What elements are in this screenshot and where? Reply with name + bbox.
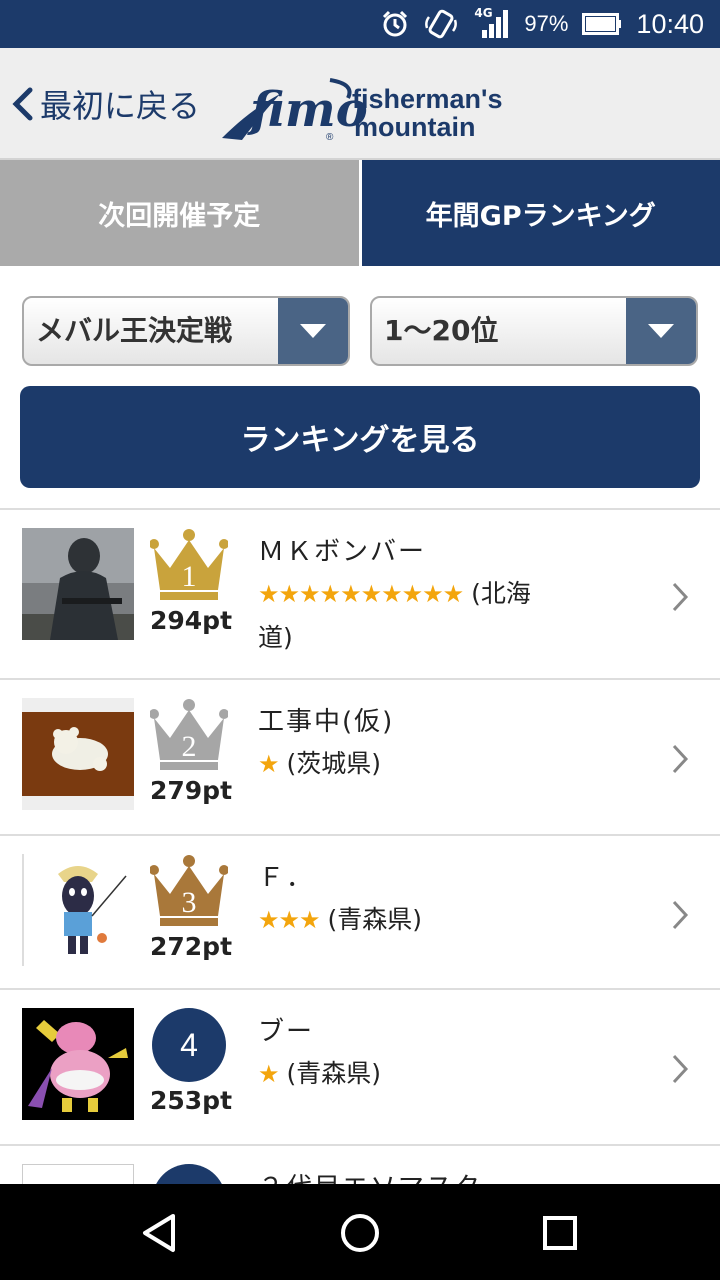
svg-text:®: ® xyxy=(326,132,334,143)
system-nav-bar xyxy=(0,1184,720,1280)
ranker-info: ブー ★ (青森県) xyxy=(258,1012,638,1096)
rank-number: 1 xyxy=(182,560,197,593)
ranking-list: 1 294pt ＭＫボンバー ★★★★★★★★★★ (北海 道) 2 279pt… xyxy=(0,508,720,1204)
avatar xyxy=(22,698,134,810)
dropdown-arrow-icon xyxy=(626,298,696,364)
crown-silver-icon: 2 xyxy=(150,699,228,770)
battery-icon xyxy=(582,13,622,35)
back-button[interactable]: 最初に戻る xyxy=(10,78,200,130)
tab-bar: 次回開催予定 年間GPランキング xyxy=(0,160,720,266)
star-rating: ★★★ xyxy=(258,906,321,934)
region: (北海 xyxy=(471,579,531,608)
home-circle-icon[interactable] xyxy=(335,1208,385,1258)
chevron-right-icon xyxy=(672,900,689,930)
rating-region: ★★★★★★★★★★ (北海道) xyxy=(258,572,638,660)
alarm-icon xyxy=(383,10,408,37)
rating-region: ★ (青森県) xyxy=(258,1052,638,1096)
recents-square-icon[interactable] xyxy=(535,1208,585,1258)
logo-wordmark: fimo xyxy=(247,82,368,138)
region: (茨城県) xyxy=(286,749,381,778)
logo-line2: mountain xyxy=(354,112,476,142)
rank-number: 3 xyxy=(182,886,197,919)
logo-line1: fisherman's xyxy=(352,84,502,114)
view-ranking-button[interactable]: ランキングを見る xyxy=(20,386,700,488)
dropdown-arrow-icon xyxy=(278,298,348,364)
ranker-info: 工事中(仮) ★ (茨城県) xyxy=(258,702,638,786)
back-label: 最初に戻る xyxy=(40,87,201,125)
avatar xyxy=(22,1008,134,1120)
points: 272pt xyxy=(149,932,233,961)
ranking-row[interactable]: 3 272pt Ｆ． ★★★ (青森県) xyxy=(0,834,720,988)
points: 253pt xyxy=(149,1086,233,1115)
user-name: Ｆ． xyxy=(258,863,315,893)
rank-range-select[interactable]: 1〜20位 xyxy=(370,296,698,366)
tab-upcoming[interactable]: 次回開催予定 xyxy=(0,160,362,266)
chevron-right-icon xyxy=(672,1054,689,1084)
event-select-value: メバル王決定戦 xyxy=(36,314,233,347)
user-name: ＭＫボンバー xyxy=(258,537,427,567)
rank-number: 2 xyxy=(182,730,197,763)
app-header: 最初に戻る fimo ® fisherman's mountain xyxy=(0,48,720,160)
rating-region: ★★★ (青森県) xyxy=(258,898,638,942)
ranker-info: Ｆ． ★★★ (青森県) xyxy=(258,858,638,942)
back-triangle-icon[interactable] xyxy=(135,1208,185,1258)
crown-bronze-icon: 3 xyxy=(150,855,228,926)
points: 279pt xyxy=(149,776,233,805)
avatar xyxy=(22,528,134,640)
points: 294pt xyxy=(149,606,233,635)
region-continued: 道) xyxy=(258,623,293,652)
star-rating: ★★★★★★★★★★ xyxy=(258,580,464,608)
event-select[interactable]: メバル王決定戦 xyxy=(22,296,350,366)
ranker-info: ＭＫボンバー ★★★★★★★★★★ (北海道) xyxy=(258,532,638,660)
ranking-row[interactable]: 1 294pt ＭＫボンバー ★★★★★★★★★★ (北海道) xyxy=(0,508,720,678)
region: (青森県) xyxy=(286,1059,381,1088)
star-rating: ★ xyxy=(258,750,279,778)
vibrate-icon xyxy=(425,9,458,39)
rating-region: ★ (茨城県) xyxy=(258,742,638,786)
ranking-row[interactable]: 2 279pt 工事中(仮) ★ (茨城県) xyxy=(0,678,720,834)
chevron-left-icon xyxy=(12,87,33,121)
star-rating: ★ xyxy=(258,1060,279,1088)
region: (青森県) xyxy=(327,905,423,934)
clock: 10:40 xyxy=(636,8,704,39)
chevron-right-icon xyxy=(672,744,689,774)
crown-gold-icon: 1 xyxy=(150,529,228,600)
signal-icon: 4G xyxy=(474,6,510,40)
fimo-logo: fimo ® fisherman's mountain xyxy=(220,70,510,146)
status-bar: 4G 97% 10:40 xyxy=(0,0,720,48)
user-name: 工事中(仮) xyxy=(258,707,395,737)
rank-badge: 4 xyxy=(152,1008,226,1082)
status-icons: 4G 97% 10:40 xyxy=(380,0,704,48)
tab-annual-gp-ranking[interactable]: 年間GPランキング xyxy=(361,160,720,266)
chevron-right-icon xyxy=(672,582,689,612)
battery-percent: 97% xyxy=(524,11,569,36)
avatar xyxy=(22,854,134,966)
user-name: ブー xyxy=(258,1017,315,1047)
ranking-row[interactable]: 4 253pt ブー ★ (青森県) xyxy=(0,988,720,1144)
rank-range-value: 1〜20位 xyxy=(384,314,499,347)
